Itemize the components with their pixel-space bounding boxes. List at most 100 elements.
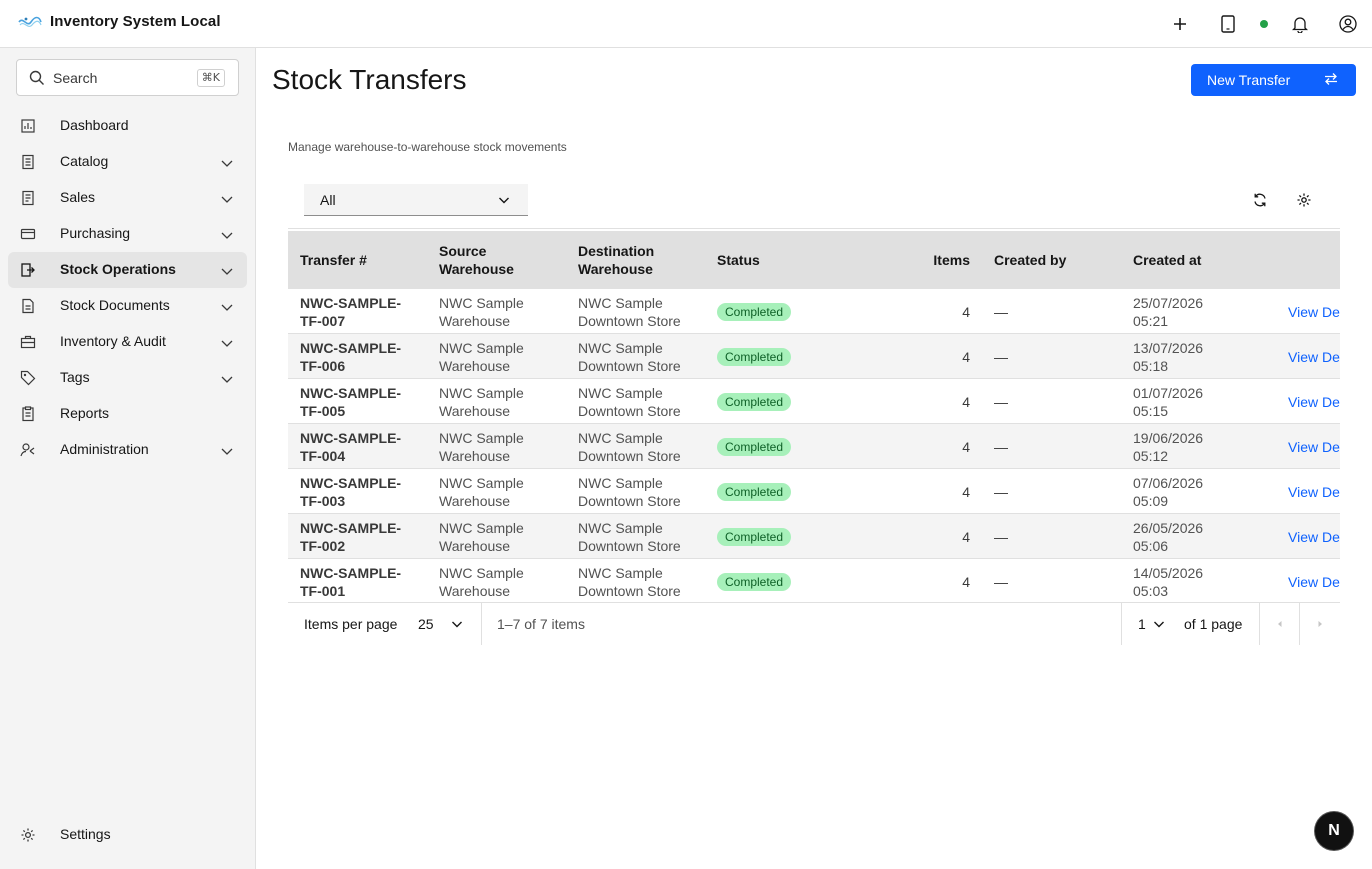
next-page-button[interactable]: [1300, 603, 1340, 645]
column-header-transfer[interactable]: Transfer #: [300, 251, 367, 269]
view-details-link[interactable]: View De: [1288, 348, 1340, 366]
destination-warehouse-cell-line: NWC Sample: [578, 295, 663, 311]
source-warehouse-cell-line: NWC Sample: [439, 565, 524, 581]
items-cell: 4: [962, 529, 970, 545]
source-warehouse-cell-line: NWC Sample: [439, 475, 524, 491]
status-badge: Completed: [717, 303, 792, 321]
source-warehouse-cell-line: Warehouse: [439, 538, 511, 554]
transfer-id-cell-line: TF-002: [300, 538, 346, 554]
refresh-icon: [1254, 193, 1266, 207]
created-at-cell-line: 01/07/2026: [1133, 385, 1204, 401]
sidebar-item-reports[interactable]: Reports: [8, 396, 247, 432]
sidebar-item-label: Reports: [60, 405, 110, 421]
status-filter-dropdown[interactable]: All: [304, 184, 528, 216]
administration-icon: [20, 443, 35, 457]
view-details-link[interactable]: View De: [1288, 483, 1340, 501]
table-row[interactable]: NWC-SAMPLE- TF-003 NWC Sample Warehouse NWC …: [288, 469, 1340, 514]
search-input[interactable]: Search ⌘K: [16, 59, 239, 96]
created-by-cell: —: [994, 574, 1008, 590]
status-dot: [1260, 20, 1268, 28]
table-row[interactable]: NWC-SAMPLE- TF-006 NWC Sample Warehouse NWC …: [288, 334, 1340, 379]
transfer-id-cell: NWC-SAMPLE- TF-006: [300, 339, 401, 375]
items-per-page-select[interactable]: 25: [418, 616, 434, 632]
destination-warehouse-cell: NWC Sample Downtown Store: [578, 384, 681, 420]
source-warehouse-cell-line: Warehouse: [439, 313, 511, 329]
sidebar-item-administration[interactable]: Administration: [8, 432, 247, 468]
table-row[interactable]: NWC-SAMPLE- TF-007 NWC Sample Warehouse NWC …: [288, 289, 1340, 334]
add-button[interactable]: [1168, 12, 1192, 36]
source-warehouse-cell-line: NWC Sample: [439, 520, 524, 536]
device-preview-button[interactable]: [1216, 12, 1240, 36]
status-badge: Completed: [717, 348, 792, 366]
created-by-cell: —: [994, 439, 1008, 455]
created-at-cell: 14/05/2026 05:03: [1133, 564, 1203, 600]
sidebar-item-dashboard[interactable]: Dashboard: [8, 108, 247, 144]
view-details-link[interactable]: View De: [1288, 438, 1340, 456]
sidebar-item-stock-operations[interactable]: Stock Operations: [8, 252, 247, 288]
table-row[interactable]: NWC-SAMPLE- TF-001 NWC Sample Warehouse NWC …: [288, 559, 1340, 600]
items-per-page-label: Items per page: [304, 616, 398, 632]
transfer-id-cell-line: NWC-SAMPLE-: [300, 430, 402, 446]
pagination-divider: [1121, 603, 1122, 645]
transfer-id-cell: NWC-SAMPLE- TF-001: [300, 564, 401, 600]
table-row[interactable]: NWC-SAMPLE- TF-002 NWC Sample Warehouse NWC …: [288, 514, 1340, 559]
purchasing-icon: [20, 228, 36, 240]
refresh-button[interactable]: [1248, 188, 1272, 212]
pagination-divider: [481, 603, 482, 645]
sidebar-item-purchasing[interactable]: Purchasing: [8, 216, 247, 252]
destination-warehouse-cell: NWC Sample Downtown Store: [578, 519, 681, 555]
destination-warehouse-cell: NWC Sample Downtown Store: [578, 339, 681, 375]
table-settings-button[interactable]: [1292, 188, 1316, 212]
items-cell: 4: [962, 304, 970, 320]
column-header-items[interactable]: Items: [918, 251, 970, 269]
gear-icon: [1297, 193, 1311, 207]
page-select[interactable]: 1: [1138, 616, 1146, 632]
app-title: Inventory System Local: [50, 13, 221, 30]
user-menu-button[interactable]: [1336, 12, 1360, 36]
view-details-link[interactable]: View De: [1288, 528, 1340, 546]
destination-warehouse-cell-line: NWC Sample: [578, 430, 663, 446]
created-at-cell-line: 05:21: [1133, 313, 1169, 329]
view-details-link[interactable]: View De: [1288, 393, 1340, 411]
sidebar-item-tags[interactable]: Tags: [8, 360, 247, 396]
sidebar-item-stock-documents[interactable]: Stock Documents: [8, 288, 247, 324]
source-warehouse-cell-line: NWC Sample: [439, 385, 524, 401]
stock-documents-icon: [22, 298, 34, 314]
sidebar-item-settings[interactable]: Settings: [8, 817, 247, 853]
sidebar-item-sales[interactable]: Sales: [8, 180, 247, 216]
items-cell: 4: [962, 484, 970, 500]
view-details-link[interactable]: View De: [1288, 303, 1340, 321]
created-by-cell: —: [994, 394, 1008, 410]
view-details-link[interactable]: View De: [1288, 573, 1340, 591]
column-header-created-at[interactable]: Created at: [1133, 251, 1201, 269]
transfer-id-cell: NWC-SAMPLE- TF-002: [300, 519, 401, 555]
column-header-status[interactable]: Status: [717, 251, 760, 269]
previous-page-button[interactable]: [1260, 603, 1300, 645]
source-warehouse-cell-line: Warehouse: [439, 403, 511, 419]
chevron-down-icon: [221, 232, 233, 239]
table-row[interactable]: NWC-SAMPLE- TF-005 NWC Sample Warehouse NWC …: [288, 379, 1340, 424]
total-pages: of 1 page: [1184, 616, 1243, 632]
sidebar-item-catalog[interactable]: Catalog: [8, 144, 247, 180]
created-at-cell-line: 05:09: [1133, 493, 1169, 509]
add-icon: [1174, 18, 1186, 30]
chevron-down-icon: [221, 340, 233, 347]
column-header-destination-warehouse[interactable]: Destination Warehouse: [578, 242, 688, 278]
sidebar: Search ⌘K Dashboard Catalog Sales Purchasin…: [0, 48, 256, 869]
framework-dev-badge[interactable]: N: [1315, 812, 1353, 850]
column-header-created-by[interactable]: Created by: [994, 251, 1066, 269]
settings-icon: [21, 828, 35, 842]
sidebar-item-inventory-audit[interactable]: Inventory & Audit: [8, 324, 247, 360]
notifications-button[interactable]: [1288, 12, 1312, 36]
new-transfer-button[interactable]: New Transfer: [1191, 64, 1356, 96]
destination-warehouse-cell-line: Downtown Store: [578, 403, 681, 419]
items-cell: 4: [962, 439, 970, 455]
transfer-id-cell-line: TF-007: [300, 313, 346, 329]
table-row[interactable]: NWC-SAMPLE- TF-004 NWC Sample Warehouse NWC …: [288, 424, 1340, 469]
sidebar-item-label: Settings: [60, 826, 111, 842]
column-header-source-warehouse[interactable]: Source Warehouse: [439, 242, 549, 278]
items-cell: 4: [962, 394, 970, 410]
tag-icon: [20, 370, 36, 386]
transfer-id-cell-line: TF-004: [300, 448, 346, 464]
new-transfer-label: New Transfer: [1207, 72, 1291, 88]
